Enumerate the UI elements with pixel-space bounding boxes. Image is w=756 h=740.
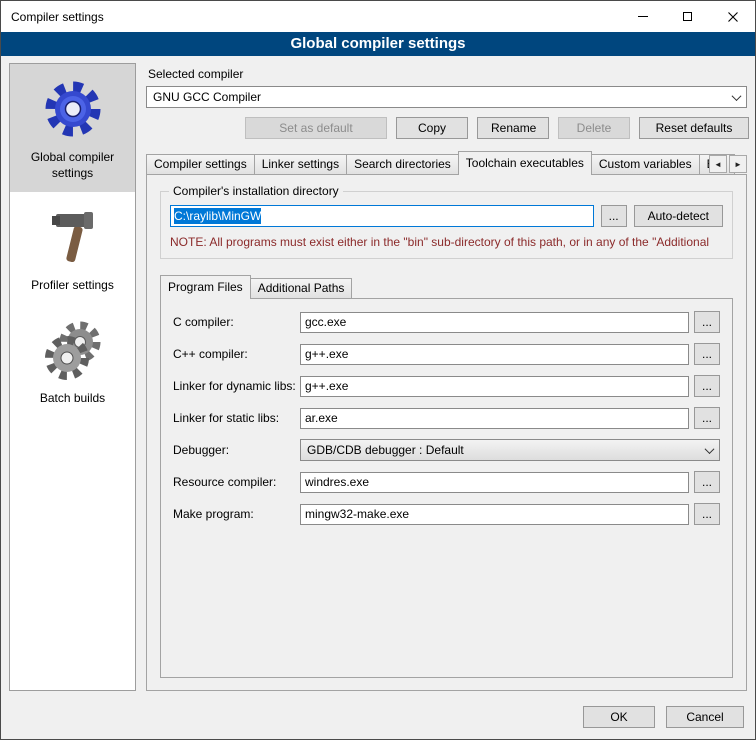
installation-directory-group-label: Compiler's installation directory xyxy=(169,184,343,198)
ok-button[interactable]: OK xyxy=(583,706,655,728)
static-linker-browse-button[interactable]: ... xyxy=(694,407,720,429)
cpp-compiler-input[interactable] xyxy=(300,344,689,365)
tab-search-directories[interactable]: Search directories xyxy=(346,154,459,174)
chevron-down-icon xyxy=(700,440,719,460)
resource-compiler-browse-button[interactable]: ... xyxy=(694,471,720,493)
dialog-footer: OK Cancel xyxy=(1,695,755,739)
resource-compiler-label: Resource compiler: xyxy=(173,475,300,489)
sidebar-item-batch-builds[interactable]: Batch builds xyxy=(10,305,135,418)
arrow-right-icon: ► xyxy=(734,160,742,169)
make-program-label: Make program: xyxy=(173,507,300,521)
installation-directory-group: Compiler's installation directory C:\ray… xyxy=(160,191,733,259)
program-files-panel: C compiler: ... C++ compiler: ... Linker… xyxy=(160,298,733,678)
static-linker-input[interactable] xyxy=(300,408,689,429)
selected-compiler-combobox[interactable]: GNU GCC Compiler xyxy=(146,86,747,108)
dynamic-linker-input[interactable] xyxy=(300,376,689,397)
tab-program-files[interactable]: Program Files xyxy=(160,275,251,299)
installation-directory-input[interactable]: C:\raylib\MinGW xyxy=(170,205,594,227)
installation-directory-value: C:\raylib\MinGW xyxy=(174,208,261,224)
c-compiler-browse-button[interactable]: ... xyxy=(694,311,720,333)
dynamic-linker-label: Linker for dynamic libs: xyxy=(173,379,300,393)
compiler-settings-dialog: Compiler settings Global compiler settin… xyxy=(0,0,756,740)
tab-toolchain-executables[interactable]: Toolchain executables xyxy=(458,151,592,175)
debugger-combobox[interactable]: GDB/CDB debugger : Default xyxy=(300,439,720,461)
profiler-icon xyxy=(41,205,105,269)
reset-defaults-button[interactable]: Reset defaults xyxy=(639,117,749,139)
sidebar-item-label: Global compiler settings xyxy=(14,150,131,181)
cpp-compiler-row: C++ compiler: ... xyxy=(173,343,720,365)
dynamic-linker-row: Linker for dynamic libs: ... xyxy=(173,375,720,397)
cancel-button[interactable]: Cancel xyxy=(666,706,744,728)
installation-directory-browse-button[interactable]: ... xyxy=(601,205,627,227)
static-linker-label: Linker for static libs: xyxy=(173,411,300,425)
blue-gear-icon xyxy=(41,77,105,141)
installation-directory-row: C:\raylib\MinGW ... Auto-detect xyxy=(170,205,723,227)
window-controls xyxy=(620,1,755,32)
dynamic-linker-browse-button[interactable]: ... xyxy=(694,375,720,397)
resource-compiler-row: Resource compiler: ... xyxy=(173,471,720,493)
cpp-compiler-label: C++ compiler: xyxy=(173,347,300,361)
make-program-input[interactable] xyxy=(300,504,689,525)
tab-linker-settings[interactable]: Linker settings xyxy=(254,154,347,174)
minimize-icon xyxy=(638,16,648,17)
dialog-header: Global compiler settings xyxy=(1,32,755,56)
tab-additional-paths[interactable]: Additional Paths xyxy=(250,278,353,298)
sidebar-item-label: Profiler settings xyxy=(31,278,114,294)
set-as-default-button[interactable]: Set as default xyxy=(245,117,387,139)
batch-builds-gears-icon xyxy=(41,318,105,382)
cpp-compiler-browse-button[interactable]: ... xyxy=(694,343,720,365)
debugger-row: Debugger: GDB/CDB debugger : Default xyxy=(173,439,720,461)
auto-detect-button[interactable]: Auto-detect xyxy=(634,205,723,227)
c-compiler-label: C compiler: xyxy=(173,315,300,329)
rename-button[interactable]: Rename xyxy=(477,117,549,139)
sidebar-item-global-compiler-settings[interactable]: Global compiler settings xyxy=(10,64,135,192)
selected-compiler-label: Selected compiler xyxy=(148,67,747,81)
settings-category-sidebar: Global compiler settings Profiler settin… xyxy=(9,63,136,691)
maximize-icon xyxy=(683,12,692,21)
tab-compiler-settings[interactable]: Compiler settings xyxy=(146,154,255,174)
tab-scroll-left-button[interactable]: ◄ xyxy=(709,155,727,173)
c-compiler-input[interactable] xyxy=(300,312,689,333)
selected-compiler-value: GNU GCC Compiler xyxy=(153,90,727,104)
sidebar-item-label: Batch builds xyxy=(40,391,105,407)
tab-scroll-right-button[interactable]: ► xyxy=(729,155,747,173)
sidebar-item-profiler-settings[interactable]: Profiler settings xyxy=(10,192,135,305)
c-compiler-row: C compiler: ... xyxy=(173,311,720,333)
dialog-body: Global compiler settings Profiler settin… xyxy=(1,56,755,695)
chevron-down-icon xyxy=(727,87,746,107)
toolchain-executables-panel: Compiler's installation directory C:\ray… xyxy=(146,174,747,691)
bin-subdirectory-note: NOTE: All programs must exist either in … xyxy=(170,235,723,249)
compiler-settings-tabs: Compiler settings Linker settings Search… xyxy=(146,151,747,174)
minimize-button[interactable] xyxy=(620,1,665,32)
close-button[interactable] xyxy=(710,1,755,32)
delete-button[interactable]: Delete xyxy=(558,117,630,139)
main-panel: Selected compiler GNU GCC Compiler Set a… xyxy=(146,63,747,691)
maximize-button[interactable] xyxy=(665,1,710,32)
resource-compiler-input[interactable] xyxy=(300,472,689,493)
program-files-tabs: Program Files Additional Paths xyxy=(160,275,733,298)
copy-button[interactable]: Copy xyxy=(396,117,468,139)
tab-scroll-controls: ◄ ► xyxy=(709,155,747,173)
window-title: Compiler settings xyxy=(1,10,620,24)
static-linker-row: Linker for static libs: ... xyxy=(173,407,720,429)
tab-custom-variables[interactable]: Custom variables xyxy=(591,154,700,174)
debugger-value: GDB/CDB debugger : Default xyxy=(307,443,700,457)
make-program-browse-button[interactable]: ... xyxy=(694,503,720,525)
titlebar: Compiler settings xyxy=(1,1,755,32)
compiler-actions: Set as default Copy Rename Delete Reset … xyxy=(146,117,747,139)
close-icon xyxy=(728,12,738,22)
dialog-header-title: Global compiler settings xyxy=(290,35,465,52)
debugger-label: Debugger: xyxy=(173,443,300,457)
arrow-left-icon: ◄ xyxy=(714,160,722,169)
make-program-row: Make program: ... xyxy=(173,503,720,525)
